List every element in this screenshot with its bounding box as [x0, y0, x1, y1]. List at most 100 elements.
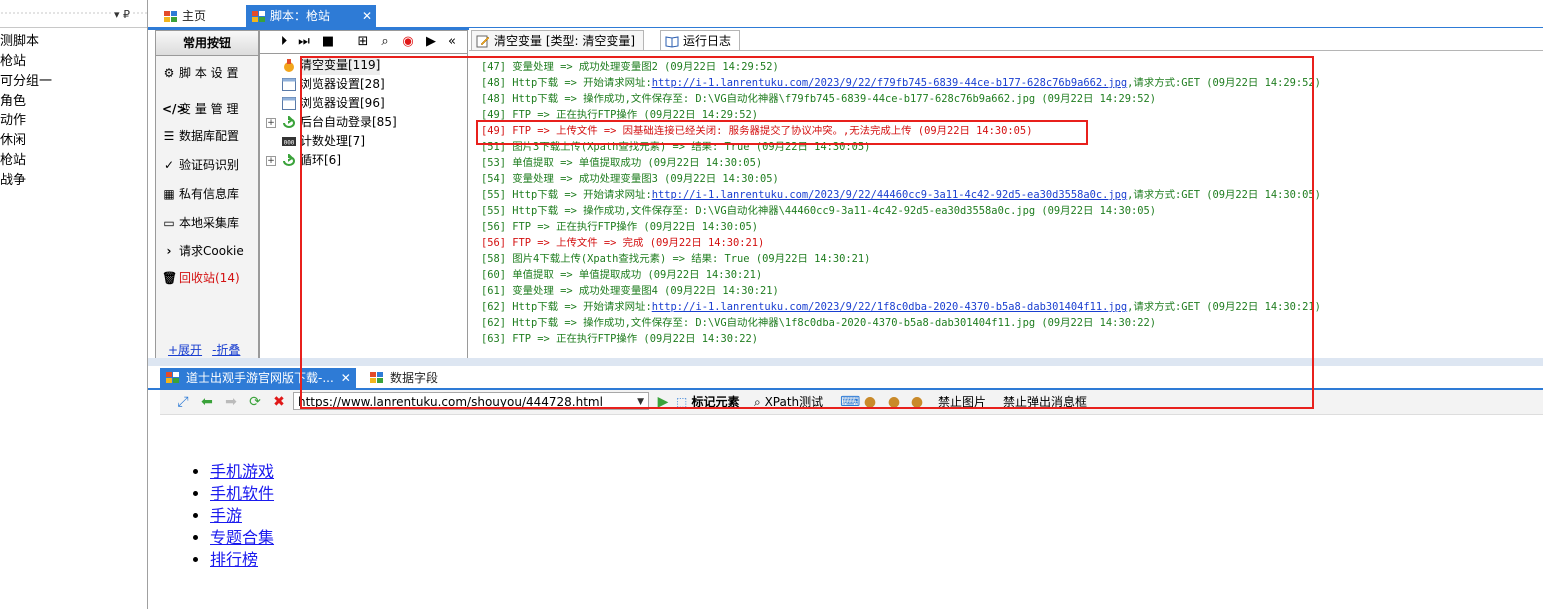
log-line: [55] Http下载 => 开始请求网址:http://i-1.lanrent… — [481, 187, 1321, 203]
block-images-button[interactable]: 禁止图片 — [938, 393, 986, 411]
tab-label: 数据字段 — [390, 371, 439, 385]
left-tree-item[interactable]: 枪站 — [0, 52, 26, 71]
button-label: 验证码识别 — [179, 158, 240, 172]
button-label: 脚 本 设 置 — [179, 66, 239, 80]
expand-icon[interactable]: + — [266, 156, 276, 166]
play-icon[interactable]: ▶ — [423, 34, 439, 50]
local-collect-button[interactable]: ▭ 本地采集库 — [162, 213, 239, 233]
nav-link-list: 手机游戏 手机软件 手游 专题合集 排行榜 — [190, 461, 274, 571]
left-tree-item[interactable]: 可分组一 — [0, 72, 52, 91]
list-item: 专题合集 — [210, 527, 274, 549]
web-page-view[interactable]: 手机游戏 手机软件 手游 专题合集 排行榜 — [160, 415, 1543, 609]
log-url-link[interactable]: http://i-1.lanrentuku.com/2023/9/22/4446… — [652, 189, 1127, 201]
log-line: [60] 单值提取 => 单值提取成功 (09月22日 14:30:21) — [481, 269, 763, 281]
panel-pin-icon[interactable]: ▾ ₽ — [112, 8, 133, 21]
button-label: 请求Cookie — [179, 244, 244, 258]
stop-x-icon[interactable]: ✖ — [270, 393, 288, 411]
tree-node-label: 浏览器设置[96] — [300, 96, 385, 110]
close-icon[interactable]: ✕ — [341, 368, 351, 388]
log-text: ,请求方式:GET (09月22日 14:30:21) — [1127, 301, 1321, 313]
script-settings-button[interactable]: ⚙ 脚 本 设 置 — [162, 63, 239, 83]
run-icon[interactable]: ⏵ — [276, 34, 292, 50]
tab-label: 运行日志 — [683, 34, 732, 48]
record-icon[interactable]: ◉ — [400, 34, 416, 50]
cookie-icon[interactable]: ● — [862, 393, 878, 411]
list-item: 手机游戏 — [210, 461, 274, 483]
left-tree-item[interactable]: 测脚本 — [0, 32, 39, 51]
run-all-icon[interactable]: ⏭ — [296, 34, 312, 50]
tab-web-page[interactable]: 道士出观手游官网版下载-... ✕ — [160, 368, 356, 388]
private-info-button[interactable]: ▦ 私有信息库 — [162, 184, 239, 204]
expand-collapse-links: +展开 -折叠 — [168, 341, 250, 358]
list-item: 排行榜 — [210, 549, 274, 571]
script-tree: 清空变量[119] 浏览器设置[28] 浏览器设置[96] + 后台自动登录[8… — [259, 53, 468, 360]
left-tree-item[interactable]: 休闲 — [0, 131, 26, 150]
eraser-icon — [284, 59, 294, 72]
grid-icon[interactable]: ⊞ — [355, 34, 371, 50]
nav-link[interactable]: 手机游戏 — [210, 462, 274, 481]
captcha-button[interactable]: ✓ 验证码识别 — [162, 155, 239, 175]
nav-link[interactable]: 手游 — [210, 506, 242, 525]
tree-node[interactable]: 清空变量[119] — [260, 56, 381, 75]
url-input[interactable]: https://www.lanrentuku.com/shouyou/44472… — [293, 392, 649, 410]
collapse-link[interactable]: -折叠 — [212, 343, 240, 357]
forward-arrow-icon[interactable]: ➡ — [222, 393, 240, 411]
stop-icon[interactable]: ■ — [320, 34, 336, 50]
keyboard-icon[interactable]: ⌨ — [840, 393, 860, 411]
expand-icon[interactable]: + — [266, 118, 276, 128]
xpath-test-button[interactable]: ⌕ XPath测试 — [754, 393, 823, 411]
book-icon — [665, 36, 679, 48]
log-line: [54] 变量处理 => 成功处理变量图3 (09月22日 14:30:05) — [481, 173, 779, 185]
loop-icon — [283, 116, 295, 128]
expand-link[interactable]: +展开 — [168, 343, 202, 357]
tab-run-log[interactable]: 运行日志 — [660, 30, 741, 51]
log-url-link[interactable]: http://i-1.lanrentuku.com/2023/9/22/f79f… — [652, 77, 1127, 89]
database-config-button[interactable]: ☰ 数据库配置 — [162, 126, 239, 146]
cookie-icon[interactable]: ● — [909, 393, 925, 411]
window-icon — [252, 11, 265, 22]
go-icon[interactable]: ▶ — [656, 393, 670, 411]
mark-icon: ⬚ — [676, 395, 688, 409]
tab-data-fields[interactable]: 数据字段 — [364, 368, 438, 388]
run-log-panel[interactable]: [47] 变量处理 => 成功处理变量图2 (09月22日 14:29:52) … — [469, 50, 1543, 359]
tree-toolbar: ⏵ ⏭ ■ ⊞ ⌕ ◉ ▶ « — [259, 30, 468, 54]
left-tree-item[interactable]: 动作 — [0, 111, 26, 130]
window-icon — [370, 372, 383, 383]
log-line: [55] Http下载 => 操作成功,文件保存至: D:\VG自动化神器\44… — [481, 205, 1156, 217]
left-tree-item[interactable]: 枪站 — [0, 151, 26, 170]
block-popups-button[interactable]: 禁止弹出消息框 — [1003, 393, 1087, 411]
left-tree-item[interactable]: 角色 — [0, 92, 26, 111]
back-arrow-icon[interactable]: ⬅ — [198, 393, 216, 411]
list-item: 手机软件 — [210, 483, 274, 505]
fullscreen-icon[interactable]: ⤢ — [174, 393, 192, 411]
panel-splitter[interactable] — [148, 358, 1543, 366]
log-line-upload: [56] FTP => 上传文件 => 完成 (09月22日 14:30:21) — [481, 237, 765, 249]
chevron-down-icon[interactable]: ▼ — [637, 393, 644, 411]
tree-node-label: 后台自动登录[85] — [300, 115, 397, 129]
tab-script[interactable]: 脚本：枪站 ✕ — [246, 5, 376, 27]
tab-script-label: 脚本：枪站 — [270, 9, 331, 23]
tab-main[interactable]: 主页 — [158, 5, 214, 27]
cookie-icon[interactable]: ● — [886, 393, 902, 411]
left-tree-item[interactable]: 战争 — [0, 171, 26, 190]
log-line: [48] Http下载 => 开始请求网址:http://i-1.lanrent… — [481, 75, 1321, 91]
log-line: [58] 图片4下载上传(Xpath查找元素) => 结果: True (09月… — [481, 253, 871, 265]
tree-node-label: 清空变量[119] — [300, 56, 381, 75]
recycle-bin-button[interactable]: 🗑 回收站(14) — [162, 268, 240, 288]
tab-clear-variable[interactable]: 清空变量 [类型: 清空变量] — [471, 30, 645, 51]
nav-link[interactable]: 排行榜 — [210, 550, 258, 569]
search-icon[interactable]: ⌕ — [377, 34, 393, 50]
edit-icon — [476, 35, 490, 48]
id-card-icon: ▦ — [163, 187, 175, 201]
refresh-icon[interactable]: ⟳ — [246, 393, 264, 411]
nav-link[interactable]: 专题合集 — [210, 528, 274, 547]
collapse-panel-icon[interactable]: « — [444, 34, 460, 50]
tree-node-label: 循环[6] — [300, 153, 341, 167]
nav-link[interactable]: 手机软件 — [210, 484, 274, 503]
log-url-link[interactable]: http://i-1.lanrentuku.com/2023/9/22/1f8c… — [652, 301, 1127, 313]
request-cookie-button[interactable]: › 请求Cookie — [162, 241, 244, 261]
close-icon[interactable]: ✕ — [362, 5, 372, 27]
variable-manage-button[interactable]: </>变 量 管 理 — [162, 99, 238, 119]
mark-element-button[interactable]: ⬚ 标记元素 — [676, 393, 740, 411]
log-text: [55] Http下载 => 开始请求网址: — [481, 189, 652, 201]
